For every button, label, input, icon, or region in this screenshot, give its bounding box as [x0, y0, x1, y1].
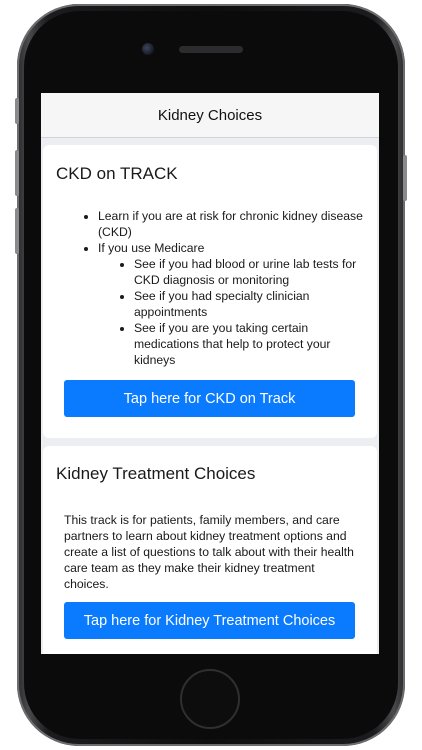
ckd-on-track-button[interactable]: Tap here for CKD on Track	[64, 380, 355, 417]
list-item: If you use Medicare See if you had blood…	[98, 240, 366, 368]
sub-list-item: See if you had blood or urine lab tests …	[134, 256, 366, 288]
power-button	[403, 155, 407, 201]
volume-up-button	[15, 150, 19, 196]
sub-list-item: See if you are you taking certain medica…	[134, 320, 366, 368]
mute-switch	[15, 98, 19, 124]
app-screen: Kidney Choices CKD on TRACK Learn if you…	[41, 93, 379, 654]
treatment-card-title: Kidney Treatment Choices	[56, 464, 256, 483]
volume-down-button	[15, 208, 19, 254]
ckd-bullet-list: Learn if you are at risk for chronic kid…	[56, 208, 366, 368]
list-item-label: If you use Medicare	[98, 241, 205, 255]
ckd-card-title: CKD on TRACK	[56, 164, 178, 183]
front-camera-icon	[142, 43, 154, 55]
sub-list-item: See if you had specialty clinician appoi…	[134, 288, 366, 320]
list-item: Learn if you are at risk for chronic kid…	[98, 208, 366, 240]
page-title: Kidney Choices	[157, 106, 263, 124]
kidney-treatment-choices-button[interactable]: Tap here for Kidney Treatment Choices	[64, 602, 355, 639]
home-button[interactable]	[180, 669, 240, 729]
navigation-bar: Kidney Choices	[41, 93, 379, 138]
treatment-description: This track is for patients, family membe…	[64, 513, 354, 591]
kidney-treatment-choices-card: Kidney Treatment Choices This track is f…	[43, 446, 377, 654]
ckd-on-track-card: CKD on TRACK Learn if you are at risk fo…	[43, 145, 377, 438]
earpiece-speaker	[179, 46, 243, 53]
